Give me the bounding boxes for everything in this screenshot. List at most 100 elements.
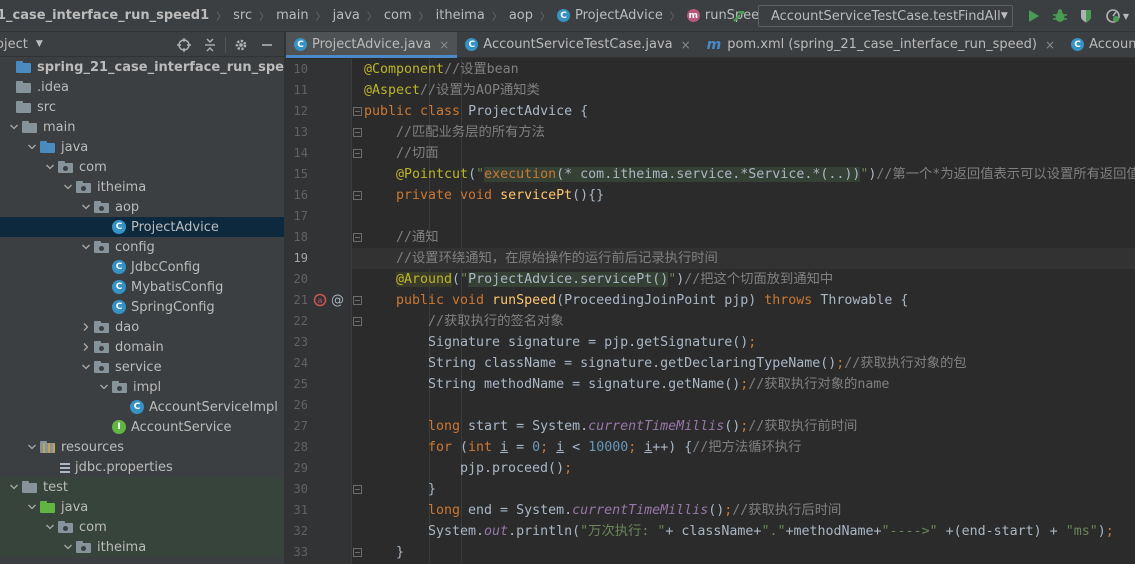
tree-item[interactable]: java — [0, 497, 284, 517]
code-line[interactable]: String className = signature.getDeclarin… — [352, 353, 1135, 374]
tree-item[interactable]: com — [0, 157, 284, 177]
tree-item[interactable]: service — [0, 357, 284, 377]
code-line[interactable]: System.out.println("万次执行: "+ className+"… — [352, 521, 1135, 542]
chevron-down-icon[interactable] — [60, 177, 76, 197]
tree-item[interactable]: itheima — [0, 537, 284, 557]
code-line[interactable]: public class ProjectAdvice { — [352, 101, 1135, 122]
chevron-down-icon[interactable] — [6, 477, 22, 497]
editor-tab[interactable]: m pom.xml (spring_21_case_interface_run_s… — [699, 32, 1063, 57]
tree-item[interactable]: src — [0, 97, 284, 117]
code-line[interactable] — [352, 395, 1135, 416]
code-editor[interactable]: 10 11 12 13 14 15 16 17 18 19 20 21 a @22 23 24 25 26 27 28… — [286, 59, 1135, 564]
tree-item[interactable]: com — [0, 517, 284, 537]
debug-button[interactable] — [1047, 5, 1073, 27]
chevron-down-icon[interactable] — [42, 517, 58, 537]
tree-item[interactable]: jdbc.properties — [0, 457, 284, 477]
chevron-down-icon[interactable] — [96, 377, 112, 397]
code-line[interactable]: @Pointcut("execution(* com.itheima.servi… — [352, 164, 1135, 185]
line-number: 18 — [286, 227, 352, 248]
chevron-down-icon[interactable] — [6, 117, 22, 137]
chevron-down-icon[interactable] — [78, 357, 94, 377]
code-line[interactable]: //切面 — [352, 143, 1135, 164]
breadcrumb-item[interactable]: C ProjectAdvice — [555, 0, 665, 31]
editor-tab[interactable]: C AccountServiceTestCase.java × — [457, 32, 698, 57]
tree-item[interactable]: C AccountServiceImpl — [0, 397, 284, 417]
tree-item[interactable]: java — [0, 137, 284, 157]
breadcrumb-label: src — [233, 8, 253, 23]
chevron-right-icon[interactable] — [78, 337, 94, 357]
run-configuration-select[interactable]: AccountServiceTestCase.testFindAll ▼ — [758, 5, 1013, 27]
tree-item[interactable]: C JdbcConfig — [0, 257, 284, 277]
hide-minus-icon[interactable] — [254, 32, 280, 57]
tree-item[interactable]: aop — [0, 197, 284, 217]
tree-item[interactable]: impl — [0, 377, 284, 397]
breadcrumb-item[interactable]: 1_case_interface_run_speed1 — [0, 0, 211, 31]
editor-tab-label: AccountServiceImpl.java — [1089, 37, 1135, 52]
project-title[interactable]: oject — [0, 37, 28, 52]
collapse-all-icon[interactable] — [197, 32, 223, 57]
code-line[interactable]: @Around("ProjectAdvice.servicePt()")//把这… — [352, 269, 1135, 290]
tree-item[interactable]: C SpringConfig — [0, 297, 284, 317]
editor-tab[interactable]: C AccountServiceImpl.java — [1063, 32, 1135, 57]
tree-item-label: itheima — [97, 539, 147, 555]
tree-item[interactable]: .idea — [0, 77, 284, 97]
breadcrumb-item[interactable]: src — [231, 0, 254, 31]
code-token: servicePt — [500, 188, 573, 203]
code-line[interactable]: String methodName = signature.getName();… — [352, 374, 1135, 395]
code-line[interactable]: //获取执行的签名对象 — [352, 311, 1135, 332]
code-line[interactable]: private void servicePt(){} — [352, 185, 1135, 206]
tree-item[interactable]: config — [0, 237, 284, 257]
aspect-advice-icon[interactable]: a — [313, 293, 327, 311]
gear-icon[interactable] — [228, 32, 254, 57]
editor-tab[interactable]: C ProjectAdvice.java × — [286, 32, 458, 58]
coverage-button[interactable] — [1073, 5, 1099, 27]
code-line[interactable]: for (int i = 0; i < 10000; i++) {//把方法循环… — [352, 437, 1135, 458]
chevron-down-icon[interactable] — [78, 237, 94, 257]
code-line[interactable]: } — [352, 542, 1135, 563]
chevron-right-icon[interactable] — [78, 317, 94, 337]
chevron-down-icon[interactable] — [24, 497, 40, 517]
breadcrumb-item[interactable]: com — [382, 0, 414, 31]
chevron-down-icon[interactable] — [24, 137, 40, 157]
chevron-down-icon[interactable] — [78, 197, 94, 217]
breadcrumb-item[interactable]: itheima — [434, 0, 487, 31]
close-icon[interactable]: × — [681, 38, 691, 52]
line-number: 12 — [286, 101, 352, 122]
chevron-down-icon[interactable] — [24, 437, 40, 457]
tree-item[interactable]: dao — [0, 317, 284, 337]
breadcrumb-item[interactable]: main — [274, 0, 310, 31]
run-button[interactable] — [1021, 5, 1047, 27]
tree-item[interactable]: resources — [0, 437, 284, 457]
code-line[interactable]: Signature signature = pjp.getSignature()… — [352, 332, 1135, 353]
chevron-down-icon[interactable]: ▼ — [36, 39, 43, 49]
code-line[interactable]: pjp.proceed(); — [352, 458, 1135, 479]
tree-item[interactable]: I AccountService — [0, 417, 284, 437]
tree-item[interactable]: test — [0, 477, 284, 497]
code-line[interactable]: @Component//设置bean — [352, 59, 1135, 80]
tree-item[interactable]: C MybatisConfig — [0, 277, 284, 297]
locate-crosshair-icon[interactable] — [171, 32, 197, 57]
breadcrumb-item[interactable]: aop — [507, 0, 535, 31]
code-line[interactable]: long start = System.currentTimeMillis();… — [352, 416, 1135, 437]
code-line[interactable]: @Aspect//设置为AOP通知类 — [352, 80, 1135, 101]
code-line[interactable]: //通知 — [352, 227, 1135, 248]
code-line[interactable]: public void runSpeed(ProceedingJoinPoint… — [352, 290, 1135, 311]
code-line[interactable] — [352, 206, 1135, 227]
code-line[interactable]: } — [352, 479, 1135, 500]
tree-item[interactable]: domain — [0, 337, 284, 357]
code-lines[interactable]: @Component//设置bean @Aspect//设置为AOP通知类 publ… — [352, 59, 1135, 564]
code-line[interactable]: long end = System.currentTimeMillis();//… — [352, 500, 1135, 521]
code-line[interactable]: //匹配业务层的所有方法 — [352, 122, 1135, 143]
profiler-button[interactable]: ▼ — [1099, 5, 1135, 27]
tree-item[interactable]: main — [0, 117, 284, 137]
code-line[interactable]: //设置环绕通知，在原始操作的运行前后记录执行时间 — [352, 248, 1135, 269]
build-hammer-icon[interactable] — [728, 6, 750, 26]
chevron-down-icon[interactable] — [60, 537, 76, 557]
close-icon[interactable]: × — [1045, 38, 1055, 52]
tree-item[interactable]: C ProjectAdvice — [0, 217, 284, 237]
chevron-down-icon[interactable] — [42, 157, 58, 177]
breadcrumb-item[interactable]: java — [331, 0, 362, 31]
close-icon[interactable]: × — [439, 38, 449, 52]
tree-item[interactable]: spring_21_case_interface_run_speed1 [spr… — [0, 57, 284, 77]
tree-item[interactable]: itheima — [0, 177, 284, 197]
